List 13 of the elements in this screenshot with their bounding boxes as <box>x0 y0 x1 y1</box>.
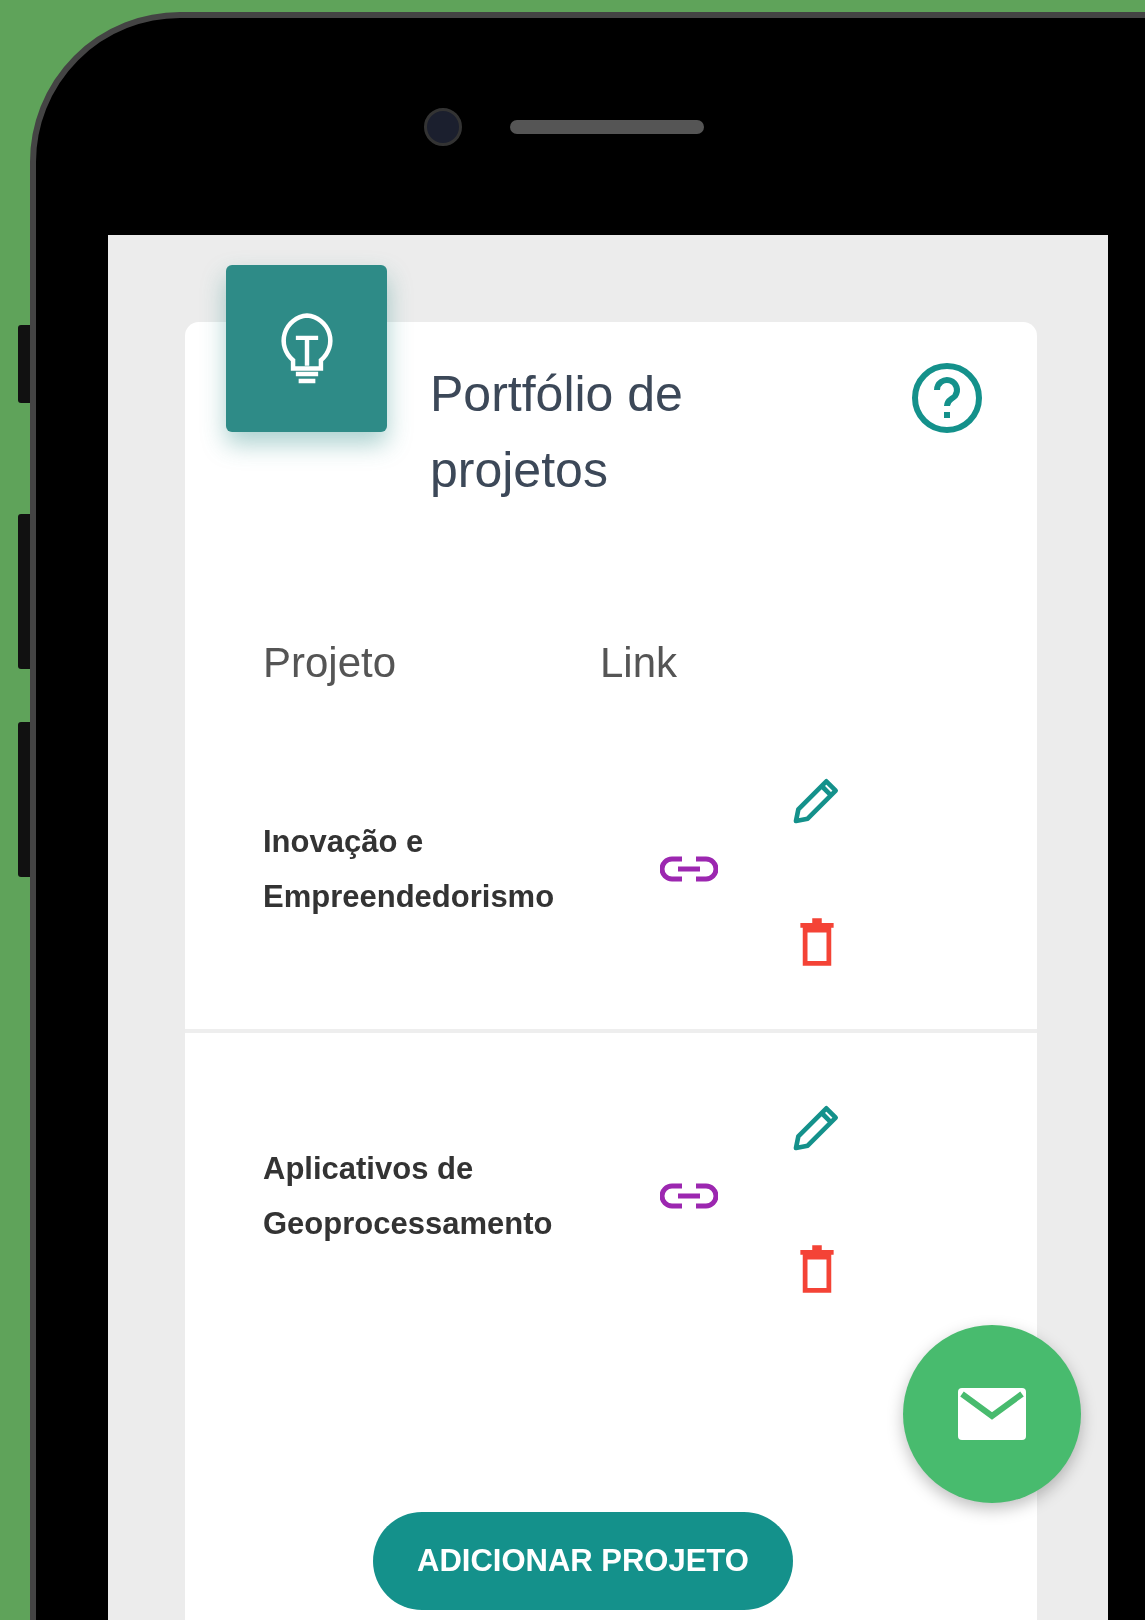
column-header: Projeto <box>263 639 397 686</box>
page-title: Portfólio de projetos <box>430 365 684 500</box>
link-icon[interactable] <box>659 1181 718 1210</box>
envelope-icon <box>958 1388 1026 1440</box>
add-project-button[interactable]: ADICIONAR PROJETO <box>373 1512 793 1610</box>
trash-icon[interactable] <box>798 1244 836 1293</box>
column-header: Link <box>600 639 678 687</box>
project-name: Inovação e Empreendedorismo <box>263 822 556 916</box>
link-icon[interactable] <box>659 854 718 883</box>
camera-icon <box>424 107 462 146</box>
help-icon[interactable] <box>911 362 983 434</box>
project-name: Aplicativos de Geoprocessamento <box>263 1149 554 1243</box>
trash-icon[interactable] <box>798 917 836 966</box>
